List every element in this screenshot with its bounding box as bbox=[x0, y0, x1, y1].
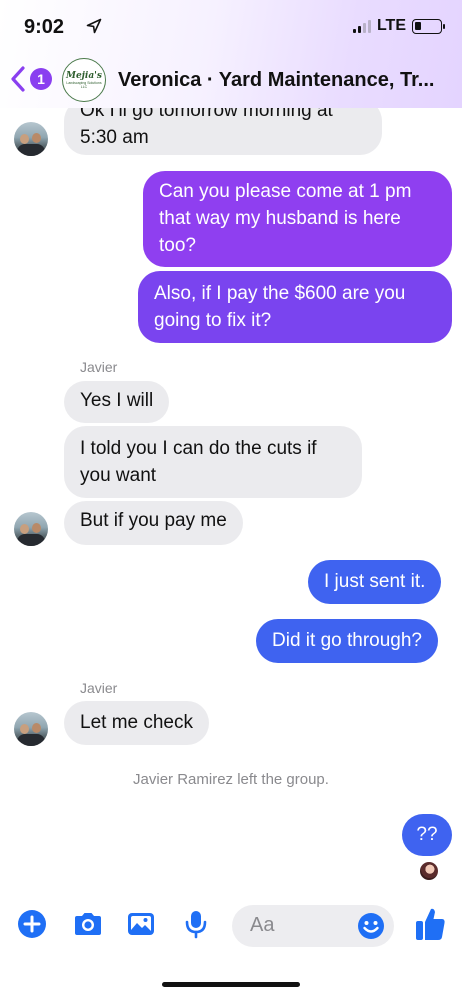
outgoing-message[interactable]: Can you please come at 1 pm that way my … bbox=[143, 171, 452, 267]
thumbs-up-icon[interactable] bbox=[414, 906, 446, 942]
conversation-header: 9:02 LTE 1 Mejia's Landscaping Solutions… bbox=[0, 0, 462, 108]
sender-name: Javier bbox=[80, 359, 118, 375]
message-text: But if you pay me bbox=[80, 510, 227, 531]
status-time: 9:02 bbox=[24, 16, 65, 38]
group-avatar-logo[interactable]: Mejia's Landscaping Solutions LLC bbox=[62, 58, 106, 102]
unread-count-badge[interactable]: 1 bbox=[30, 68, 52, 90]
microphone-icon[interactable] bbox=[181, 909, 211, 939]
home-indicator bbox=[162, 982, 300, 987]
network-type: LTE bbox=[376, 17, 406, 34]
message-text: I just sent it. bbox=[324, 571, 426, 592]
message-text: Let me check bbox=[80, 712, 193, 733]
camera-icon[interactable] bbox=[72, 909, 104, 939]
message-text-line: I told you I can do the cuts if bbox=[80, 438, 317, 459]
back-chevron-icon[interactable] bbox=[10, 66, 26, 92]
incoming-message[interactable]: I told you I can do the cuts if you want bbox=[64, 426, 362, 498]
sender-name: Javier bbox=[80, 680, 118, 696]
logo-text: Mejia's bbox=[65, 70, 103, 81]
message-text-line: going to fix it? bbox=[154, 310, 272, 331]
read-receipt-avatar bbox=[420, 862, 438, 880]
incoming-message[interactable]: But if you pay me bbox=[64, 501, 243, 545]
message-text-line: you want bbox=[80, 465, 157, 486]
message-input-placeholder: Aa bbox=[250, 914, 275, 936]
plus-icon[interactable] bbox=[17, 909, 47, 939]
message-text-line: too? bbox=[159, 235, 196, 256]
outgoing-message[interactable]: Also, if I pay the $600 are you going to… bbox=[138, 271, 452, 343]
emoji-icon[interactable] bbox=[357, 912, 385, 940]
incoming-message[interactable]: Yes I will bbox=[64, 381, 170, 423]
outgoing-message[interactable]: I just sent it. bbox=[308, 560, 442, 604]
javier-avatar[interactable] bbox=[14, 122, 48, 156]
javier-avatar[interactable] bbox=[14, 712, 48, 746]
incoming-message[interactable]: Let me check bbox=[64, 701, 209, 745]
message-text-line: that way my husband is here bbox=[159, 208, 401, 229]
message-text-line: Also, if I pay the $600 are you bbox=[154, 283, 406, 304]
logo-subtext: Landscaping Solutions LLC bbox=[66, 80, 102, 89]
message-text: ?? bbox=[416, 824, 438, 845]
photo-icon[interactable] bbox=[126, 909, 156, 939]
message-thread: Ok I'll go tomorrow morning at 5:30 am C… bbox=[0, 0, 462, 1000]
outgoing-message[interactable]: Did it go through? bbox=[256, 619, 438, 663]
javier-avatar[interactable] bbox=[14, 512, 48, 546]
message-text: Yes I will bbox=[80, 390, 154, 411]
message-text: Did it go through? bbox=[272, 630, 422, 651]
battery-icon bbox=[412, 18, 445, 34]
conversation-title[interactable]: Veronica · Yard Maintenance, Tr... bbox=[118, 69, 458, 92]
location-arrow-icon bbox=[86, 18, 102, 34]
message-text-line: Can you please come at 1 pm bbox=[159, 181, 412, 202]
message-text-line: 5:30 am bbox=[80, 127, 149, 148]
outgoing-message[interactable]: ?? bbox=[402, 814, 452, 856]
signal-icon bbox=[352, 19, 371, 33]
system-notice: Javier Ramirez left the group. bbox=[133, 771, 329, 788]
status-indicators: LTE bbox=[352, 17, 445, 35]
